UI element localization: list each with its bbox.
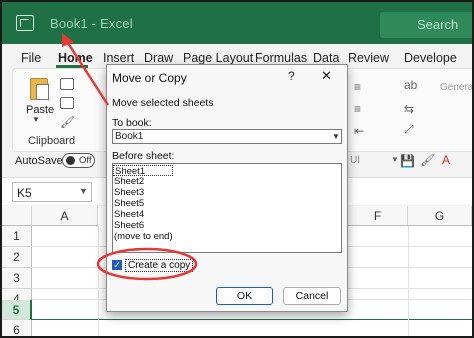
close-icon[interactable]: ✕ [321,68,332,84]
wrap-text-icon[interactable]: ab [404,78,417,92]
window-title: Book1 - Excel [50,16,133,31]
column-header-g[interactable]: G [408,206,472,226]
paste-button-label[interactable]: Paste [26,104,54,116]
dialog-title: Move or Copy [112,71,187,85]
clipboard-group-label: Clipboard [28,135,76,147]
paint-bucket-icon[interactable]: 🖌 [420,153,435,167]
list-item-sheet4[interactable]: Sheet4 [113,209,173,220]
tab-insert[interactable]: Insert [103,51,134,65]
copy-icon[interactable] [60,97,74,109]
to-book-label: To book: [112,117,152,129]
list-item-sheet2[interactable]: Sheet2 [113,176,173,187]
to-book-value: Book1 [115,131,144,142]
tab-formulas[interactable]: Formulas [255,51,307,65]
font-color-icon[interactable]: A [442,153,450,167]
style-dropdown-chevron-icon[interactable]: ▼ [391,155,399,164]
row-header-3[interactable]: 3 [2,268,32,289]
help-icon[interactable]: ? [288,69,295,83]
name-box-value: K5 [17,186,32,200]
name-box-chevron-icon[interactable]: ▼ [79,186,88,196]
row-header-1[interactable]: 1 [2,226,32,247]
row-header-5[interactable]: 5 [2,300,32,320]
paste-icon[interactable] [28,74,50,100]
tab-file[interactable]: File [21,51,41,65]
before-sheet-label: Before sheet: [112,150,175,162]
list-item-move-to-end[interactable]: (move to end) [113,231,203,242]
orientation-icon[interactable]: ⤢ [404,122,414,137]
tab-page-layout[interactable]: Page Layout [183,51,253,65]
select-all-corner[interactable] [2,206,32,226]
dialog-subtitle: Move selected sheets [112,97,214,109]
excel-logo-icon [16,15,34,31]
save-icon[interactable]: 💾 [400,154,415,168]
chevron-down-icon[interactable]: ▼ [332,132,340,141]
indent-icon[interactable]: ⇤ [354,124,364,138]
column-header-a[interactable]: A [32,206,98,226]
list-item-sheet6[interactable]: Sheet6 [113,220,173,231]
ok-button[interactable]: OK [216,287,273,305]
name-box[interactable]: K5 ▼ [12,182,92,202]
search-box[interactable]: Search [380,12,472,38]
autosave-state: Off [79,155,92,166]
list-item-sheet1[interactable]: Sheet1 [113,165,173,177]
style-dropdown[interactable]: UI [350,155,360,166]
list-item-sheet3[interactable]: Sheet3 [113,187,173,198]
align-icon[interactable]: ≡ [354,80,361,94]
paste-chevron-icon[interactable]: ▼ [32,115,40,124]
column-header-f[interactable]: F [348,206,408,226]
gridline [98,226,99,336]
create-copy-label[interactable]: Create a copy [125,259,194,272]
to-book-select[interactable]: Book1 ▼ [112,129,342,144]
create-copy-checkbox[interactable]: ✓ [112,260,122,270]
format-painter-icon[interactable]: 🖌 [60,115,75,129]
cancel-button[interactable]: Cancel [283,287,341,305]
tab-developer[interactable]: Develope [404,51,457,65]
cut-icon[interactable] [60,78,74,90]
search-label: Search [417,17,459,32]
align-center-icon[interactable]: ≡ [354,102,361,116]
tab-home[interactable]: Home [58,51,93,65]
list-item-sheet5[interactable]: Sheet5 [113,198,173,209]
tab-draw[interactable]: Draw [144,51,173,65]
gridline [408,226,409,336]
number-format-dropdown[interactable]: General [440,82,472,93]
autosave-label: AutoSave [15,155,63,167]
row-header-6[interactable]: 6 [2,320,32,336]
merge-icon[interactable]: ⇆ [404,102,414,116]
row-header-2[interactable]: 2 [2,247,32,268]
title-bar: Book1 - Excel Search [2,2,472,44]
excel-window: Book1 - Excel Search File Home Insert Dr… [0,0,474,338]
tab-review[interactable]: Review [348,51,389,65]
tab-data[interactable]: Data [313,51,339,65]
autosave-toggle[interactable]: Off [62,153,95,168]
